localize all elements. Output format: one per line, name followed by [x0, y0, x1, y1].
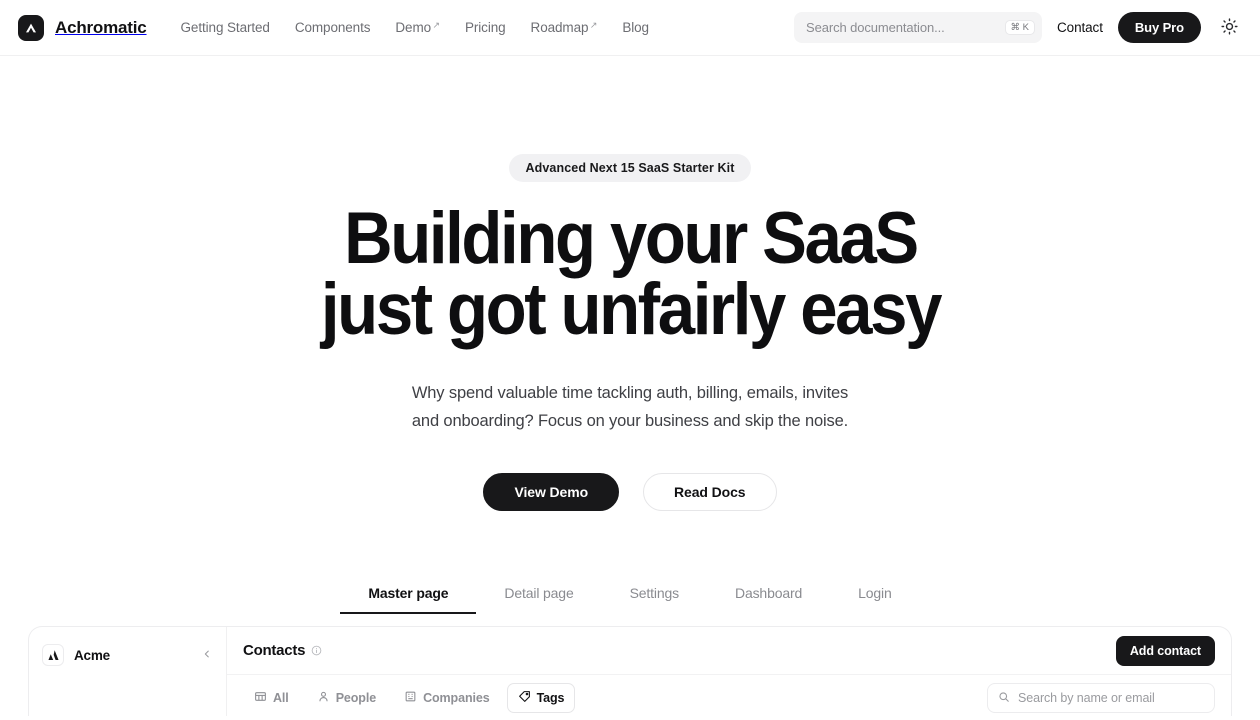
nav-label: Pricing — [464, 20, 506, 35]
tab-settings[interactable]: Settings — [602, 585, 707, 614]
contact-link[interactable]: Contact — [1057, 20, 1103, 35]
buy-pro-button[interactable]: Buy Pro — [1117, 12, 1201, 43]
person-icon — [317, 690, 330, 706]
sun-icon — [1220, 17, 1238, 38]
filter-chip-companies[interactable]: Companies — [393, 683, 500, 713]
nav-label: Roadmap — [530, 20, 589, 35]
chevron-left-icon[interactable] — [200, 647, 214, 663]
nav-item-getting-started[interactable]: Getting Started — [181, 20, 270, 35]
page-title: Building your SaaS just got unfairly eas… — [320, 198, 942, 350]
primary-nav: Getting Started Components Demo ↗ Pricin… — [181, 20, 650, 35]
hero-subtitle-line-2: and onboarding? Focus on your business a… — [411, 411, 849, 430]
header-actions: Search documentation... ⌘ K Contact Buy … — [794, 12, 1242, 43]
app-page-title-text: Contacts — [243, 642, 306, 660]
nav-item-roadmap[interactable]: Roadmap ↗ — [531, 20, 598, 35]
site-header: Achromatic Getting Started Components De… — [0, 0, 1260, 56]
search-shortcut-badge: ⌘ K — [1004, 19, 1036, 36]
info-circle-icon[interactable] — [311, 645, 322, 656]
nav-item-demo[interactable]: Demo ↗ — [395, 20, 440, 35]
read-docs-button[interactable]: Read Docs — [643, 473, 777, 512]
tab-login[interactable]: Login — [830, 585, 920, 614]
nav-label: Blog — [622, 20, 649, 35]
app-filter-bar: All People Companies Tags Search by name… — [227, 675, 1231, 714]
brand-logo-link[interactable]: Achromatic — [18, 14, 147, 41]
brand-name: Achromatic — [55, 17, 147, 37]
external-link-icon: ↗ — [589, 20, 598, 30]
nav-label: Getting Started — [180, 20, 270, 35]
filter-chip-label: Tags — [536, 691, 565, 706]
tab-master-page[interactable]: Master page — [340, 585, 477, 615]
nav-item-pricing[interactable]: Pricing — [465, 20, 506, 35]
app-main-header: Contacts Add contact — [227, 627, 1231, 676]
hero-section: Advanced Next 15 SaaS Starter Kit Buildi… — [0, 56, 1260, 512]
filter-chip-all[interactable]: All — [243, 683, 300, 713]
tab-detail-page[interactable]: Detail page — [476, 585, 601, 614]
nav-item-components[interactable]: Components — [295, 20, 371, 35]
app-page-title: Contacts — [243, 642, 322, 659]
filter-chip-label: All — [273, 691, 289, 706]
filter-chip-people[interactable]: People — [306, 683, 387, 713]
contacts-search-input[interactable]: Search by name or email — [987, 683, 1215, 714]
contacts-search-placeholder: Search by name or email — [1018, 691, 1155, 706]
hero-badge: Advanced Next 15 SaaS Starter Kit — [508, 154, 752, 182]
nav-item-blog[interactable]: Blog — [622, 20, 649, 35]
filter-chip-label: Companies — [423, 691, 490, 706]
nav-label: Components — [294, 20, 371, 35]
hero-subtitle-line-1: Why spend valuable time tackling auth, b… — [411, 383, 849, 402]
theme-toggle-button[interactable] — [1216, 15, 1242, 41]
search-icon — [998, 691, 1010, 706]
caret-logo-icon — [18, 14, 44, 41]
hero-title-line-2: just got unfairly easy — [320, 268, 942, 350]
filter-chip-label: People — [335, 691, 377, 706]
tag-icon — [518, 690, 531, 706]
tab-dashboard[interactable]: Dashboard — [707, 585, 830, 614]
mountain-logo-icon — [42, 644, 64, 667]
preview-tab-bar: Master page Detail page Settings Dashboa… — [0, 585, 1260, 615]
hero-cta-group: View Demo Read Docs — [483, 473, 777, 512]
add-contact-button[interactable]: Add contact — [1115, 635, 1215, 666]
filter-chip-tags[interactable]: Tags — [506, 683, 576, 714]
building-icon — [404, 690, 417, 706]
app-preview-card: Acme Contacts Add contact All People Com… — [28, 626, 1232, 717]
external-link-icon: ↗ — [432, 20, 441, 30]
app-main-panel: Contacts Add contact All People Companie… — [227, 627, 1231, 716]
hero-title-line-1: Building your SaaS — [343, 198, 919, 279]
workspace-switcher[interactable]: Acme — [42, 640, 214, 670]
search-input[interactable]: Search documentation... ⌘ K — [794, 12, 1043, 43]
search-placeholder: Search documentation... — [806, 20, 945, 35]
workspace-name: Acme — [74, 647, 110, 663]
view-demo-button[interactable]: View Demo — [483, 473, 620, 512]
hero-subtitle: Why spend valuable time tackling auth, b… — [412, 379, 848, 436]
app-sidebar: Acme — [29, 627, 227, 717]
nav-label: Demo — [395, 20, 432, 35]
grid-icon — [254, 690, 267, 706]
